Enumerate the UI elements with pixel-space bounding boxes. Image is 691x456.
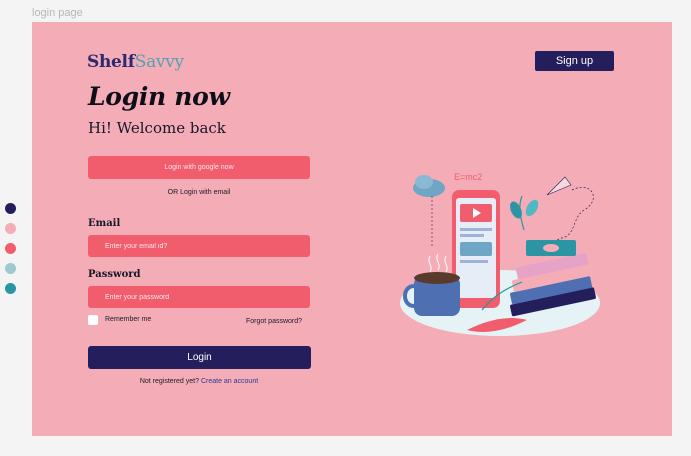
swatch-navy: [5, 203, 16, 214]
email-input[interactable]: [88, 235, 310, 257]
brand-logo[interactable]: ShelfSavvy: [87, 52, 184, 72]
swatch-pink: [5, 223, 16, 234]
color-palette: [5, 203, 16, 303]
signup-button[interactable]: Sign up: [535, 51, 614, 71]
brand-logo-part2: Savvy: [134, 52, 184, 72]
page-subtitle: Hi! Welcome back: [88, 119, 226, 137]
screen-line-3: [460, 260, 488, 263]
screen-line-2: [460, 234, 484, 237]
screen-line-1: [460, 228, 492, 231]
cloud-icon: [413, 175, 445, 197]
screen-card: [460, 242, 492, 256]
paper-plane-icon: [546, 176, 572, 196]
swatch-teal: [5, 283, 16, 294]
password-input[interactable]: [88, 286, 310, 308]
google-login-button[interactable]: Login with google now: [88, 156, 310, 179]
frame-label: login page: [32, 7, 83, 19]
or-divider-text: OR Login with email: [167, 189, 231, 196]
login-button[interactable]: Login: [88, 346, 311, 369]
email-label: Email: [88, 218, 121, 229]
not-registered-row: Not registered yet? Create an account: [88, 378, 310, 385]
coffee-mug-icon: [403, 253, 460, 316]
swatch-light-teal: [5, 263, 16, 274]
login-frame: ShelfSavvy Sign up Login now Hi! Welcome…: [32, 22, 672, 436]
swatch-coral: [5, 243, 16, 254]
brand-logo-part1: Shelf: [87, 52, 135, 72]
reading-illustration: E=mc2: [400, 172, 600, 336]
create-account-link[interactable]: Create an account: [201, 378, 258, 385]
page-title: Login now: [88, 82, 230, 111]
formula-text: E=mc2: [454, 172, 482, 182]
password-label: Password: [88, 269, 141, 280]
plant-icon: [510, 195, 539, 246]
forgot-password-link[interactable]: Forgot password?: [246, 318, 302, 325]
remember-me-checkbox[interactable]: [88, 315, 98, 325]
remember-me-label: Remember me: [105, 316, 152, 323]
not-registered-text: Not registered yet?: [139, 378, 199, 385]
